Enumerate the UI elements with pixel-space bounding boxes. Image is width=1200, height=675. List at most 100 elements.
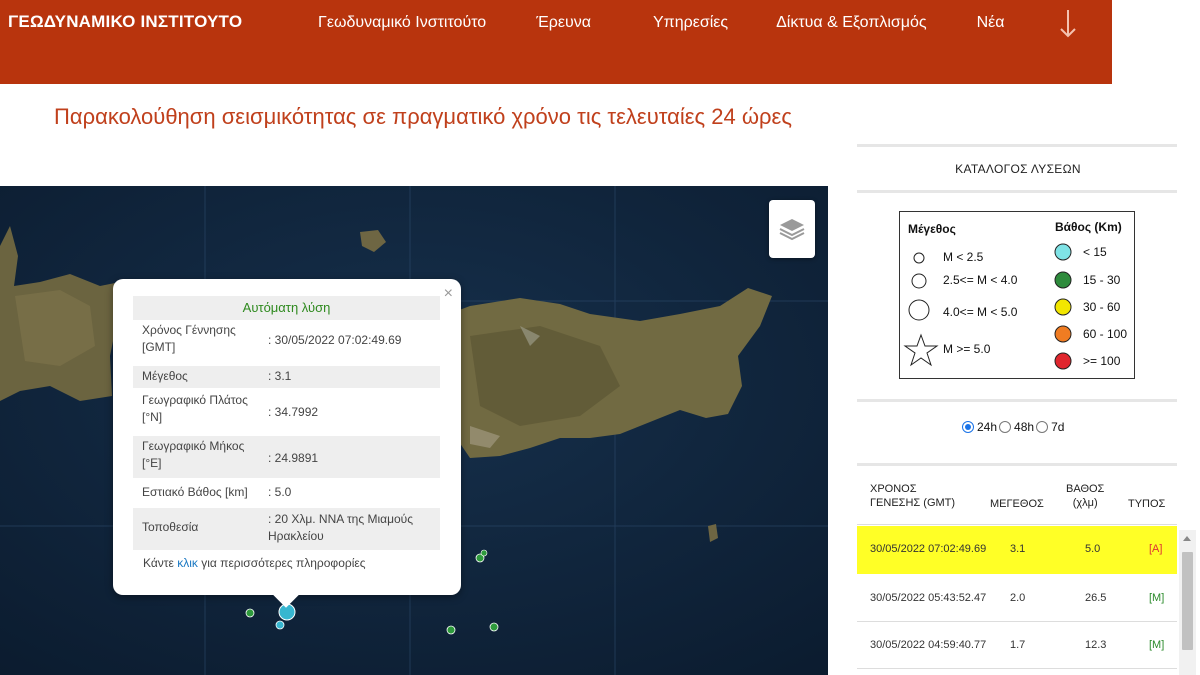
star-icon <box>903 333 939 367</box>
legend-depth-1: < 15 <box>1083 245 1107 259</box>
map-layers-button[interactable] <box>769 200 815 258</box>
col-header-time[interactable]: ΧΡΟΝΟΣ ΓΕΝΕΣΗΣ (GMT) <box>870 482 955 510</box>
row-value: : 3.1 <box>268 369 292 383</box>
range-label: 7d <box>1051 420 1065 434</box>
cell-time: 30/05/2022 07:02:49.69 <box>870 543 987 555</box>
cell-magnitude: 3.1 <box>1010 543 1026 555</box>
popup-row-origin-time: Χρόνος Γέννησης [GMT] : 30/05/2022 07:02… <box>133 322 440 358</box>
row-label: Γεωγραφικό Πλάτος [°N] <box>142 393 248 424</box>
depth-color-cyan-icon <box>1054 243 1072 261</box>
divider <box>857 144 1177 147</box>
legend-depth-2: 15 - 30 <box>1083 273 1121 287</box>
header-line: ΓΕΝΕΣΗΣ (GMT) <box>870 497 956 509</box>
main-nav: Γεωδυναμικό Ινστιτούτο Έρευνα Υπηρεσίες … <box>318 14 1055 32</box>
range-option-48h[interactable]: 48h <box>999 420 1034 434</box>
legend-depth-4: 60 - 100 <box>1083 327 1128 341</box>
legend-depth-3: 30 - 60 <box>1083 300 1121 314</box>
range-option-24h[interactable]: 24h <box>962 420 997 434</box>
row-value: : 5.0 <box>268 485 292 499</box>
header-line: ΧΡΟΝΟΣ <box>870 483 917 495</box>
popup-row-latitude: Γεωγραφικό Πλάτος [°N] : 34.7992 <box>133 392 440 432</box>
page: ΓΕΩΔΥΝΑΜΙΚΟ ΙΝΣΤΙΤΟΥΤΟ Γεωδυναμικό Ινστι… <box>0 0 1200 675</box>
nav-item-research[interactable]: Έρευνα <box>536 14 591 32</box>
legend-mag-1: M < 2.5 <box>943 250 984 264</box>
row-value: : 30/05/2022 07:02:49.69 <box>268 333 402 347</box>
table-row[interactable]: 30/05/2022 04:59:40.77 1.7 12.3 [M] <box>857 622 1177 670</box>
row-value: : 20 Χλμ. ΝΝΑ της Μιαμούς Ηρακλείου <box>268 512 414 543</box>
row-label: Εστιακό Βάθος [km] <box>142 485 248 499</box>
arrow-down-icon[interactable] <box>1058 8 1078 40</box>
event-popup: × Αυτόματη λύση Χρόνος Γέννησης [GMT] : … <box>113 279 461 608</box>
legend-depth-5: >= 100 <box>1083 354 1121 368</box>
divider <box>857 524 1177 525</box>
popup-row-longitude: Γεωγραφικό Μήκος [°E] : 24.9891 <box>133 436 440 478</box>
page-title: Παρακολούθηση σεισμικότητας σε πραγματικ… <box>54 104 792 129</box>
legend-mag-3: 4.0<= M < 5.0 <box>943 305 1018 319</box>
time-range-selector: 24h 48h 7d <box>962 420 1066 434</box>
divider <box>857 399 1177 402</box>
circle-small-icon <box>913 252 925 264</box>
row-label: Γεωγραφικό Μήκος [°E] <box>142 439 245 470</box>
cell-depth: 5.0 <box>1085 543 1101 555</box>
site-brand[interactable]: ΓΕΩΔΥΝΑΜΙΚΟ ΙΝΣΤΙΤΟΥΤΟ <box>8 12 242 32</box>
row-label: Μέγεθος <box>142 369 188 383</box>
cell-magnitude: 1.7 <box>1010 639 1026 651</box>
popup-row-depth: Εστιακό Βάθος [km] : 5.0 <box>133 484 440 504</box>
cell-time: 30/05/2022 04:59:40.77 <box>870 639 987 651</box>
cell-depth: 12.3 <box>1085 639 1107 651</box>
popup-footer: Κάντε κλικ για περισσότερες πληροφορίες <box>143 556 366 570</box>
scroll-thumb[interactable] <box>1182 552 1193 650</box>
cell-depth: 26.5 <box>1085 592 1107 604</box>
popup-header: Αυτόματη λύση <box>133 296 440 320</box>
table-row[interactable]: 30/05/2022 07:02:49.69 3.1 5.0 [A] <box>857 526 1177 574</box>
legend-mag-2: 2.5<= M < 4.0 <box>943 273 1018 287</box>
nav-item-networks[interactable]: Δίκτυα & Εξοπλισμός <box>776 14 927 32</box>
circle-large-icon <box>908 299 930 321</box>
more-info-link[interactable]: κλικ <box>177 556 198 570</box>
catalog-title: ΚΑΤΑΛΟΓΟΣ ΛΥΣΕΩΝ <box>955 162 1081 176</box>
col-header-type[interactable]: ΤΥΠΟΣ <box>1128 497 1165 511</box>
top-navbar: ΓΕΩΔΥΝΑΜΙΚΟ ΙΝΣΤΙΤΟΥΤΟ Γεωδυναμικό Ινστι… <box>0 0 1112 84</box>
nav-item-services[interactable]: Υπηρεσίες <box>653 14 728 32</box>
nav-item-news[interactable]: Νέα <box>977 14 1005 32</box>
nav-item-institute[interactable]: Γεωδυναμικό Ινστιτούτο <box>318 14 486 32</box>
col-header-magnitude[interactable]: ΜΕΓΕΘΟΣ <box>990 497 1044 511</box>
row-label: Τοποθεσία <box>142 520 199 534</box>
range-label: 24h <box>977 420 998 434</box>
row-label: Χρόνος Γέννησης [GMT] <box>142 323 236 354</box>
row-value: : 34.7992 <box>268 405 319 419</box>
cell-magnitude: 2.0 <box>1010 592 1026 604</box>
scroll-up-icon[interactable] <box>1183 536 1191 541</box>
depth-color-red-icon <box>1054 352 1072 370</box>
range-option-7d[interactable]: 7d <box>1036 420 1064 434</box>
range-label: 48h <box>1014 420 1035 434</box>
cell-type: [A] <box>1149 543 1163 555</box>
header-line: (χλμ) <box>1072 497 1098 509</box>
table-row[interactable]: 30/05/2022 05:43:52.47 2.0 26.5 [M] <box>857 575 1177 623</box>
cell-time: 30/05/2022 05:43:52.47 <box>870 592 987 604</box>
header-line: ΒΑΘΟΣ <box>1066 483 1105 495</box>
col-header-depth[interactable]: ΒΑΘΟΣ (χλμ) <box>1066 482 1104 510</box>
divider <box>857 463 1177 466</box>
table-scrollbar[interactable] <box>1179 530 1196 675</box>
popup-row-location: Τοποθεσία : 20 Χλμ. ΝΝΑ της Μιαμούς Ηρακ… <box>133 508 440 550</box>
depth-color-orange-icon <box>1054 325 1072 343</box>
radio-24h[interactable] <box>962 421 974 433</box>
footer-text: Κάντε <box>143 556 178 570</box>
close-icon[interactable]: × <box>444 285 453 303</box>
cell-type: [M] <box>1149 592 1165 604</box>
footer-text: για περισσότερες πληροφορίες <box>197 556 366 570</box>
cell-type: [M] <box>1149 639 1165 651</box>
row-value: : 24.9891 <box>268 451 319 465</box>
circle-medium-icon <box>911 273 927 289</box>
depth-color-green-icon <box>1054 271 1072 289</box>
layers-icon <box>779 219 805 241</box>
legend-mag-4: M >= 5.0 <box>943 342 991 356</box>
radio-48h[interactable] <box>999 421 1012 433</box>
radio-7d[interactable] <box>1036 421 1049 433</box>
legend-box: Μέγεθος Βάθος (Km) M < 2.5 2.5<= M < 4.0… <box>899 211 1135 379</box>
depth-color-yellow-icon <box>1054 298 1072 316</box>
divider <box>857 668 1177 669</box>
divider <box>857 190 1177 193</box>
popup-row-magnitude: Μέγεθος : 3.1 <box>133 366 440 388</box>
